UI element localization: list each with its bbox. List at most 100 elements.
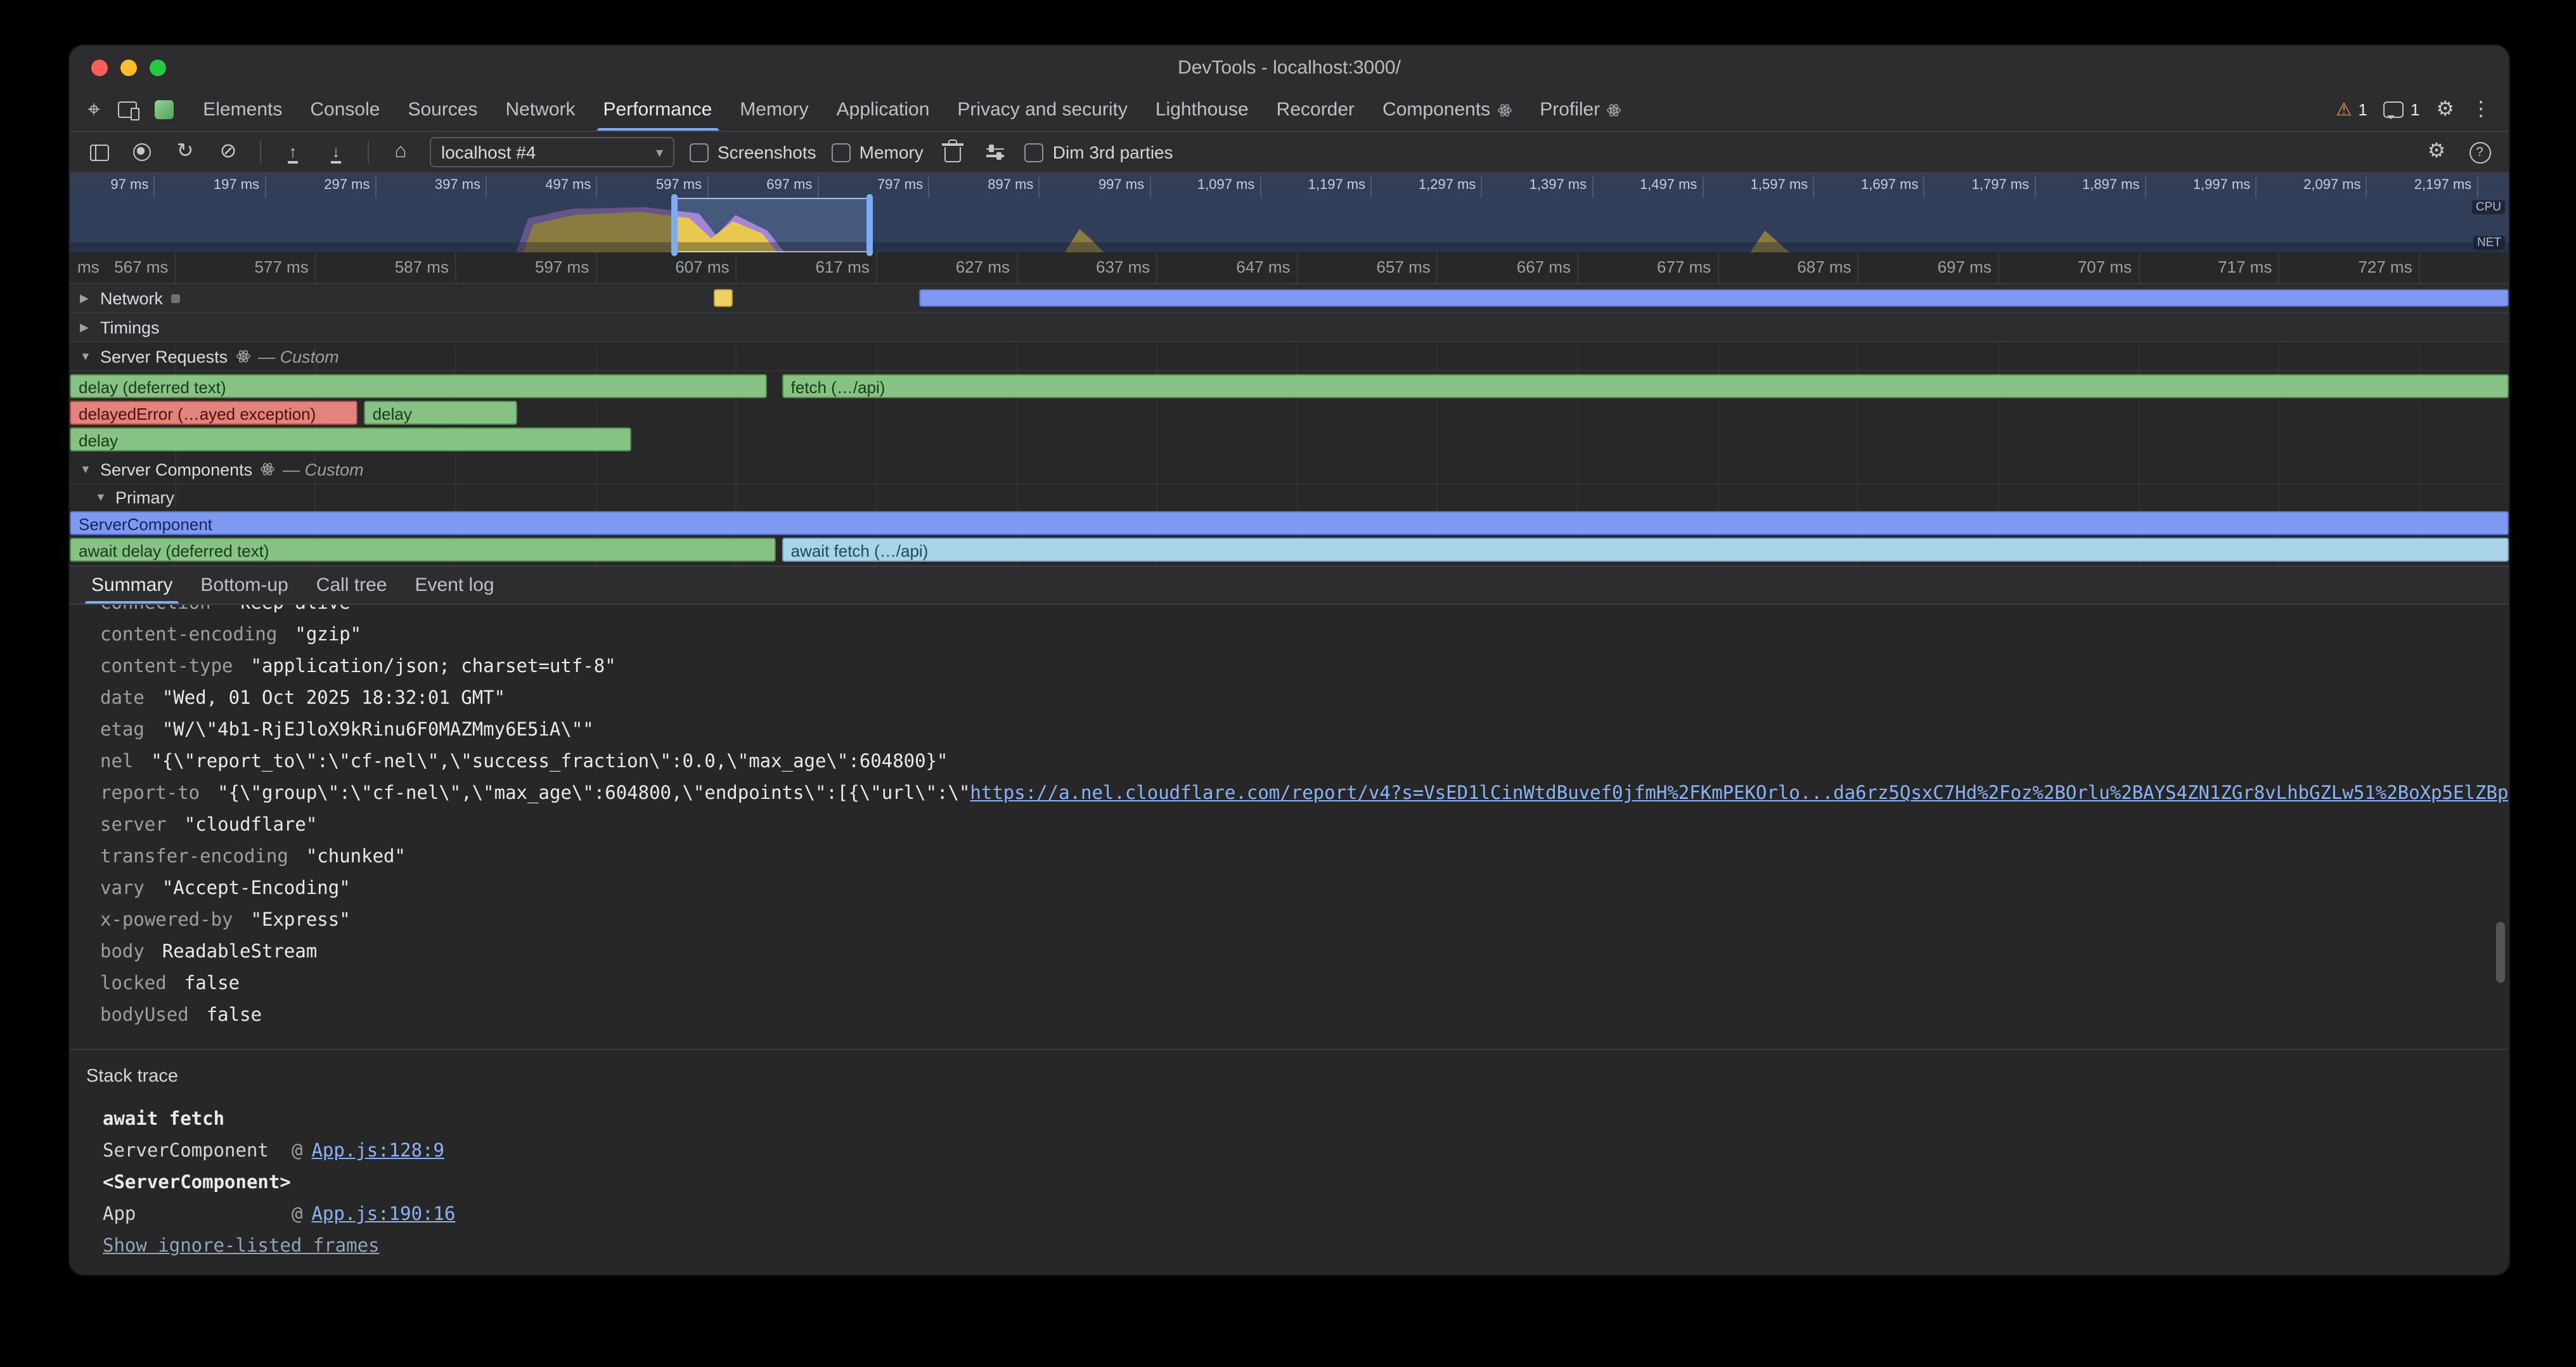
disclosure-collapsed-icon[interactable]: ▶ (80, 291, 93, 305)
save-profile-button[interactable]: ↓ (322, 138, 350, 166)
header-value: false (207, 1006, 262, 1026)
header-value: false (184, 974, 240, 994)
help-icon[interactable]: ? (2466, 138, 2494, 166)
measure-bar-delay[interactable]: delay (364, 401, 517, 425)
panel-settings-gear-icon[interactable]: ⚙ (2423, 138, 2450, 166)
disclosure-expanded-icon[interactable]: ▼ (80, 350, 93, 363)
tab-call-tree[interactable]: Call tree (302, 567, 401, 604)
tab-profiler[interactable]: Profiler (1526, 89, 1635, 131)
devtools-window: DevTools - localhost:3000/ ⌖ Elements Co… (68, 44, 2510, 1276)
selection-handle-right[interactable] (866, 194, 873, 256)
tab-console[interactable]: Console (296, 89, 394, 131)
tab-lighthouse[interactable]: Lighthouse (1142, 89, 1263, 131)
dim-3rd-parties-checkbox[interactable]: Dim 3rd parties (1025, 142, 1173, 162)
warning-icon[interactable]: ⚠ (2336, 99, 2352, 120)
device-toolbar-icon[interactable] (118, 101, 137, 118)
disclosure-expanded-icon[interactable]: ▼ (80, 463, 93, 476)
header-row: bodyUsedfalse (100, 1001, 2509, 1032)
stack-trace-title: Stack trace (86, 1061, 2509, 1093)
minimize-window-button[interactable] (120, 59, 137, 75)
load-profile-button[interactable]: ↑ (279, 138, 307, 166)
header-name: server (100, 815, 167, 836)
measure-bar-server-component[interactable]: ServerComponent (70, 511, 2509, 535)
track-primary-header[interactable]: ▼ Primary (70, 484, 2509, 510)
header-name: date (100, 689, 145, 709)
timeline-tracks[interactable]: ▶ Network ▶ Timings ▼ Server Requests — … (70, 284, 2509, 566)
memory-checkbox[interactable]: Memory (832, 142, 924, 162)
header-row: nel"{\"report_to\":\"cf-nel\",\"success_… (100, 747, 2509, 779)
capture-settings-button[interactable] (982, 138, 1010, 166)
tab-bottom-up[interactable]: Bottom-up (186, 567, 302, 604)
tab-privacy-and-security[interactable]: Privacy and security (943, 89, 1141, 131)
track-server-requests-header[interactable]: ▼ Server Requests — Custom (70, 342, 2509, 372)
settings-gear-icon[interactable]: ⚙ (2436, 100, 2454, 120)
track-timings[interactable]: ▶ Timings (70, 313, 2509, 342)
stack-entry: <ServerComponent> (86, 1168, 2509, 1200)
history-selected-value: localhost #4 (441, 142, 536, 162)
stack-frame: App @ App.js:190:16 (86, 1200, 2509, 1231)
overview-selection-window[interactable] (674, 198, 870, 252)
source-link[interactable]: App.js:128:9 (311, 1136, 444, 1168)
tab-recorder[interactable]: Recorder (1263, 89, 1368, 131)
tab-summary[interactable]: Summary (77, 567, 186, 604)
track-server-components-header[interactable]: ▼ Server Components — Custom (70, 455, 2509, 484)
source-link[interactable]: App.js:190:16 (311, 1200, 455, 1231)
tab-sources[interactable]: Sources (394, 89, 491, 131)
desktop: DevTools - localhost:3000/ ⌖ Elements Co… (0, 0, 2576, 1367)
network-request-bar[interactable] (918, 289, 2509, 307)
screenshots-checkbox[interactable]: Screenshots (690, 142, 816, 162)
tab-network[interactable]: Network (492, 89, 589, 131)
header-row: server "cloudflare" (100, 810, 2509, 842)
header-name: vary (100, 879, 145, 899)
disclosure-expanded-icon[interactable]: ▼ (95, 491, 108, 503)
network-request-bar[interactable] (714, 289, 733, 307)
tab-components[interactable]: Components (1368, 89, 1526, 131)
summary-pane[interactable]: connection"keep-alive" content-encoding"… (70, 605, 2509, 1274)
show-ignore-listed-frames-link[interactable]: Show ignore-listed frames (86, 1231, 2509, 1263)
issues-icon[interactable] (2384, 101, 2404, 118)
header-value: "{\"report_to\":\"cf-nel\",\"success_fra… (151, 752, 948, 772)
scrollbar-thumb[interactable] (2496, 922, 2505, 983)
header-name: transfer-encoding (100, 847, 288, 867)
header-value: "cloudflare" (184, 815, 318, 836)
stack-frame: ServerComponent @ App.js:128:9 (86, 1136, 2509, 1168)
timeline-overview[interactable]: 97 ms197 ms297 ms397 ms497 ms597 ms697 m… (70, 174, 2509, 252)
more-options-kebab-icon[interactable]: ⋮ (2471, 100, 2491, 120)
track-network[interactable]: ▶ Network (70, 284, 2509, 313)
tab-application[interactable]: Application (823, 89, 944, 131)
react-atom-icon (235, 349, 250, 364)
measure-bar-await-fetch[interactable]: await fetch (…/api) (782, 538, 2509, 562)
header-row: etag"W/\"4b1-RjEJloX9kRinu6F0MAZMmy6E5iA… (100, 715, 2509, 747)
selection-handle-left[interactable] (671, 194, 678, 256)
measure-bar-delay-deferred[interactable]: delay (deferred text) (70, 374, 768, 398)
live-metrics-home-icon[interactable]: ⌂ (387, 138, 415, 166)
warning-count: 1 (2358, 100, 2367, 119)
header-rows: connection"keep-alive" content-encoding"… (70, 605, 2509, 779)
maximize-window-button[interactable] (150, 59, 166, 75)
measure-bar-delay[interactable]: delay (70, 427, 631, 451)
measure-bar-fetch[interactable]: fetch (…/api) (782, 374, 2509, 398)
clear-button[interactable]: ⊘ (214, 138, 242, 166)
window-titlebar[interactable]: DevTools - localhost:3000/ (70, 46, 2509, 89)
overview-time-axis: 97 ms197 ms297 ms397 ms497 ms597 ms697 m… (70, 174, 2509, 198)
header-row: lockedfalse (100, 969, 2509, 1001)
overview-dim-right (870, 198, 2509, 252)
record-button[interactable] (128, 138, 156, 166)
record-and-reload-button[interactable]: ↻ (171, 138, 199, 166)
tab-performance[interactable]: Performance (589, 89, 726, 131)
tab-event-log[interactable]: Event log (401, 567, 508, 604)
toggle-sidebar-icon[interactable] (85, 138, 113, 166)
report-url-link[interactable]: https://a.nel.cloudflare.com/report/v4?s… (970, 784, 2509, 804)
extension-icon[interactable] (155, 100, 174, 119)
disclosure-collapsed-icon[interactable]: ▶ (80, 320, 93, 334)
history-select[interactable]: localhost #4 ▾ (430, 137, 674, 167)
details-tabbar: Summary Bottom-up Call tree Event log (70, 566, 2509, 605)
collect-garbage-button[interactable] (939, 138, 967, 166)
header-name: connection (100, 605, 211, 614)
inspect-element-icon[interactable]: ⌖ (87, 96, 100, 123)
tab-elements[interactable]: Elements (189, 89, 296, 131)
measure-bar-await-delay[interactable]: await delay (deferred text) (70, 538, 776, 562)
close-window-button[interactable] (91, 59, 108, 75)
measure-bar-delayed-error[interactable]: delayedError (…ayed exception) (70, 401, 357, 425)
tab-memory[interactable]: Memory (726, 89, 822, 131)
